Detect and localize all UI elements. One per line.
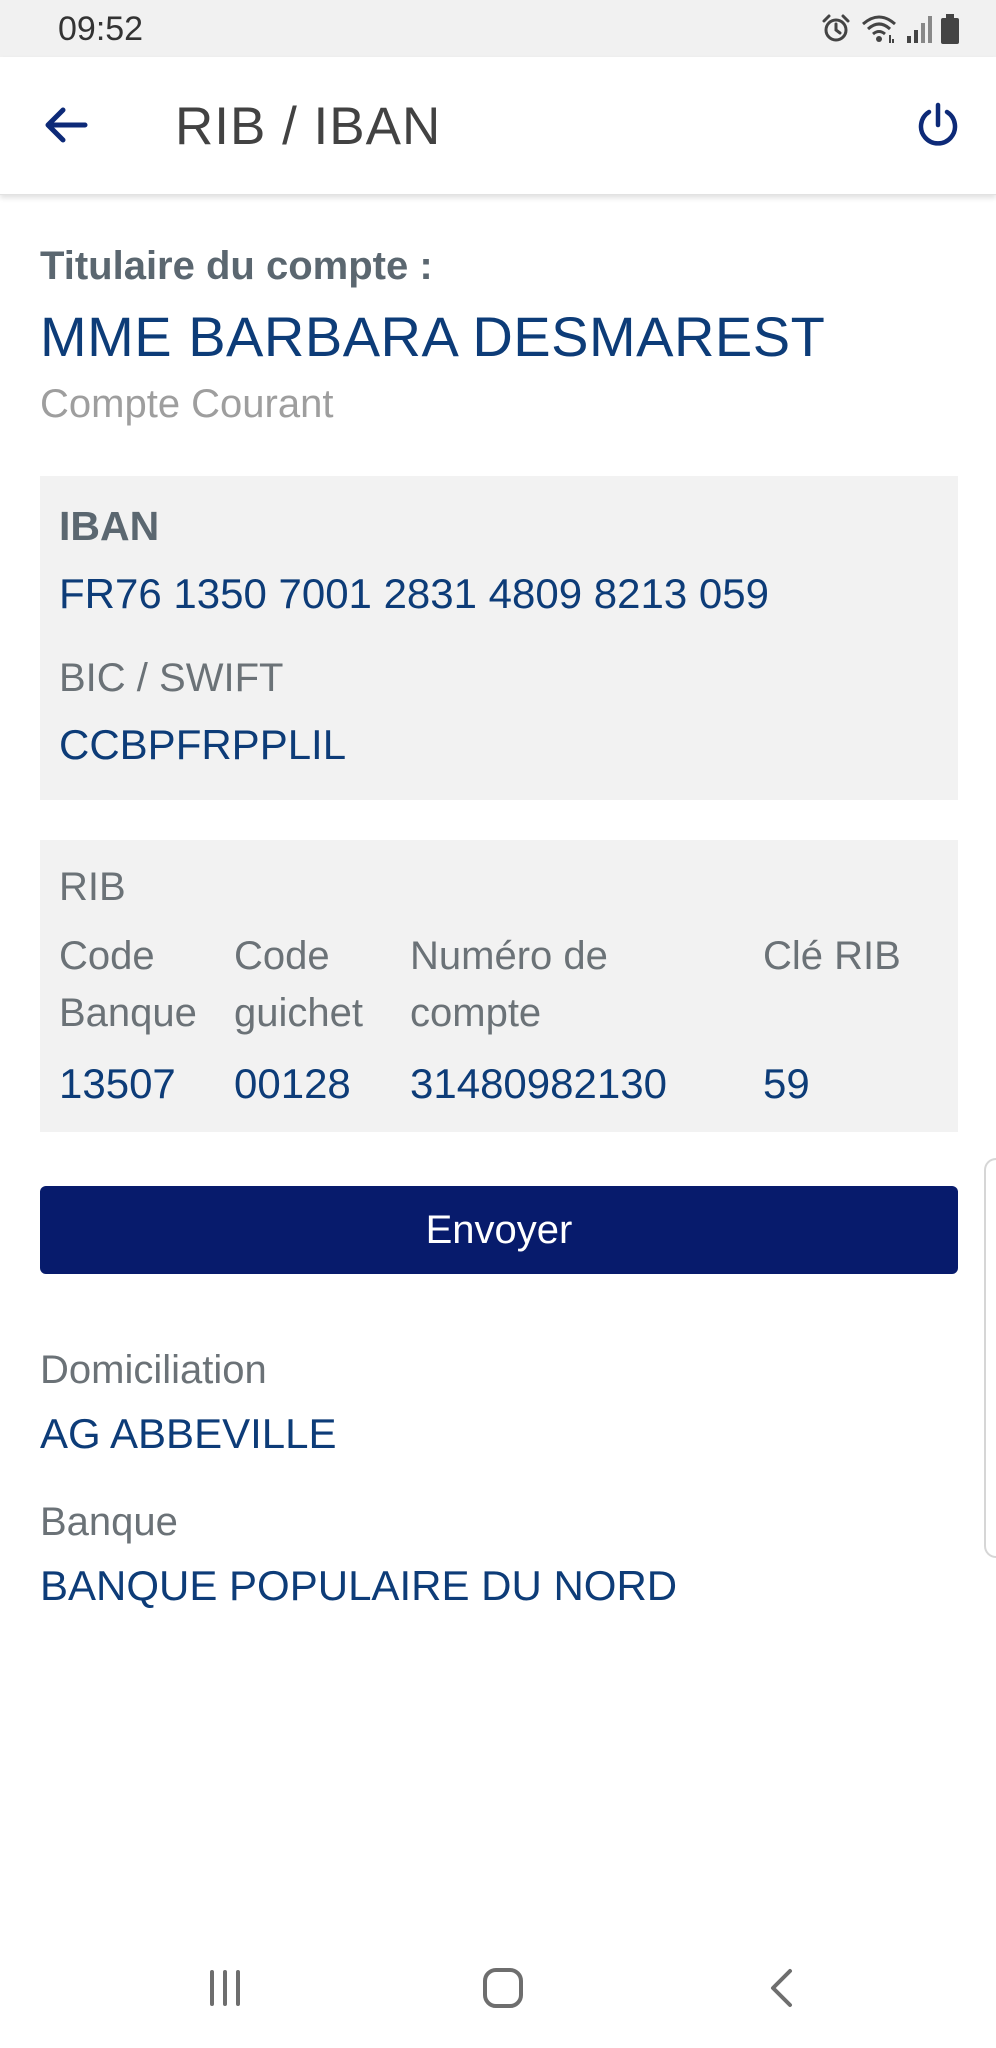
rib-column-code-banque: Code Banque 13507 [59,928,197,1107]
account-type: Compte Courant [40,382,334,426]
recents-icon [203,1968,247,2013]
status-time: 09:52 [58,10,144,48]
system-back-button[interactable] [742,1960,822,2020]
domiciliation-label: Domiciliation [40,1348,267,1392]
rib-column-value: 13507 [59,1060,176,1107]
back-button[interactable] [36,97,96,157]
rib-column-value: 00128 [234,1060,351,1107]
power-icon [914,101,962,154]
rib-column-value: 31480982130 [410,1060,667,1107]
holder-name: MME BARBARA DESMAREST [40,305,826,368]
wifi-icon [860,13,898,45]
battery-icon [940,13,960,45]
system-nav-bar [0,1930,996,2048]
rib-column-code-guichet: Code guichet 00128 [234,928,363,1107]
back-icon [764,1966,800,2015]
logout-button[interactable] [908,97,968,157]
bic-value: CCBPFRPPLIL [59,721,347,768]
rib-label: RIB [59,865,126,909]
rib-card: RIB Code Banque 13507 Code guichet 00128… [40,840,958,1132]
iban-card: IBAN FR76 1350 7001 2831 4809 8213 059 B… [40,476,958,800]
bank-value: BANQUE POPULAIRE DU NORD [40,1562,678,1609]
edge-panel-handle[interactable] [984,1158,996,1558]
rib-column-header: Clé RIB [763,934,901,978]
bank-label: Banque [40,1500,178,1544]
app-bar: RIB / IBAN [0,57,996,195]
home-icon [481,1966,525,2015]
rib-column-numero-compte: Numéro de compte 31480982130 [410,928,667,1107]
send-button[interactable]: Envoyer [40,1186,958,1274]
home-button[interactable] [463,1960,543,2020]
rib-column-header: Numéro de compte [410,934,608,1035]
rib-column-value: 59 [763,1060,810,1107]
rib-column-header: Code Banque [59,934,197,1035]
status-bar: 09:52 [0,0,996,57]
bic-label: BIC / SWIFT [59,656,284,700]
iban-label: IBAN [59,503,160,549]
status-icons [820,12,960,46]
domiciliation-value: AG ABBEVILLE [40,1410,337,1457]
signal-icon [906,14,932,44]
alarm-icon [820,13,852,45]
arrow-left-icon [43,105,89,150]
rib-column-header: Code guichet [234,934,363,1035]
iban-value: FR76 1350 7001 2831 4809 8213 059 [59,570,769,617]
rib-column-cle-rib: Clé RIB 59 [763,928,901,1107]
holder-label: Titulaire du compte : [40,244,433,288]
page-title: RIB / IBAN [175,97,442,156]
recents-button[interactable] [185,1960,265,2020]
